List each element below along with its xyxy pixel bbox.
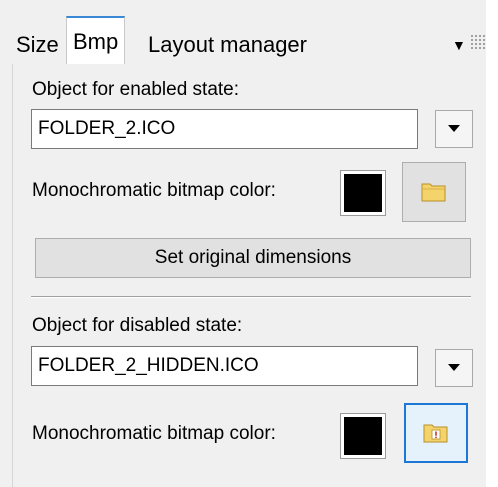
tab-label: Size xyxy=(16,32,59,57)
folder-icon xyxy=(421,183,446,202)
set-original-dimensions-button[interactable]: Set original dimensions xyxy=(35,238,471,278)
enabled-object-label: Object for enabled state: xyxy=(32,79,240,100)
color-swatch-fill xyxy=(344,417,382,455)
panel-edge xyxy=(486,0,498,487)
tab-size[interactable]: Size xyxy=(12,26,63,64)
tab-label: Layout manager xyxy=(148,32,307,57)
disabled-object-dropdown-button[interactable] xyxy=(435,349,473,387)
tab-strip: Size Bmp Layout manager ▼ xyxy=(0,0,486,66)
tab-layout-manager[interactable]: Layout manager xyxy=(146,26,309,64)
grip-icon[interactable] xyxy=(470,34,486,50)
color-swatch-fill xyxy=(344,174,382,212)
tab-label: Bmp xyxy=(73,29,119,54)
enabled-mono-color-swatch[interactable] xyxy=(340,170,386,216)
section-divider xyxy=(31,296,471,298)
tab-list-dropdown-icon[interactable]: ▼ xyxy=(452,36,466,54)
enabled-object-dropdown-button[interactable] xyxy=(435,110,473,148)
chevron-down-icon xyxy=(448,364,460,371)
chevron-down-icon xyxy=(448,125,460,132)
folder-warning-icon xyxy=(423,424,448,443)
bmp-tab-content: Object for enabled state: FOLDER_2.ICO M… xyxy=(12,64,486,487)
disabled-browse-button[interactable] xyxy=(404,403,468,463)
disabled-mono-color-label: Monochromatic bitmap color: xyxy=(32,423,276,444)
disabled-object-input[interactable]: FOLDER_2_HIDDEN.ICO xyxy=(31,346,418,386)
tab-bmp[interactable]: Bmp xyxy=(66,16,126,65)
enabled-object-input[interactable]: FOLDER_2.ICO xyxy=(31,109,418,149)
enabled-browse-button[interactable] xyxy=(402,162,466,222)
disabled-object-label: Object for disabled state: xyxy=(32,315,243,336)
disabled-mono-color-swatch[interactable] xyxy=(340,413,386,459)
enabled-mono-color-label: Monochromatic bitmap color: xyxy=(32,180,276,201)
